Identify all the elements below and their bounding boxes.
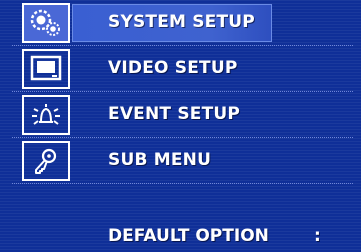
osd-menu-screen: SYSTEM SETUP VIDEO SETUP EVENT SETUP SUB… <box>0 0 361 252</box>
menu-item-label: SYSTEM SETUP <box>108 12 255 32</box>
key-icon <box>22 141 70 181</box>
menu-item-label: VIDEO SETUP <box>108 58 238 78</box>
default-option-separator: : <box>314 226 321 246</box>
menu-item-default-option[interactable]: DEFAULT OPTION : <box>0 224 361 252</box>
menu-item-event-setup[interactable]: EVENT SETUP <box>0 92 361 138</box>
alarm-bell-icon <box>22 95 70 135</box>
menu-item-video-setup[interactable]: VIDEO SETUP <box>0 46 361 92</box>
default-option-label: DEFAULT OPTION <box>108 226 269 246</box>
system-gears-icon <box>22 3 70 43</box>
monitor-icon <box>22 49 70 89</box>
menu-item-label: SUB MENU <box>108 150 212 170</box>
menu-item-system-setup[interactable]: SYSTEM SETUP <box>0 0 361 46</box>
menu-item-sub-menu[interactable]: SUB MENU <box>0 138 361 184</box>
menu-item-label: EVENT SETUP <box>108 104 241 124</box>
divider <box>12 183 353 184</box>
